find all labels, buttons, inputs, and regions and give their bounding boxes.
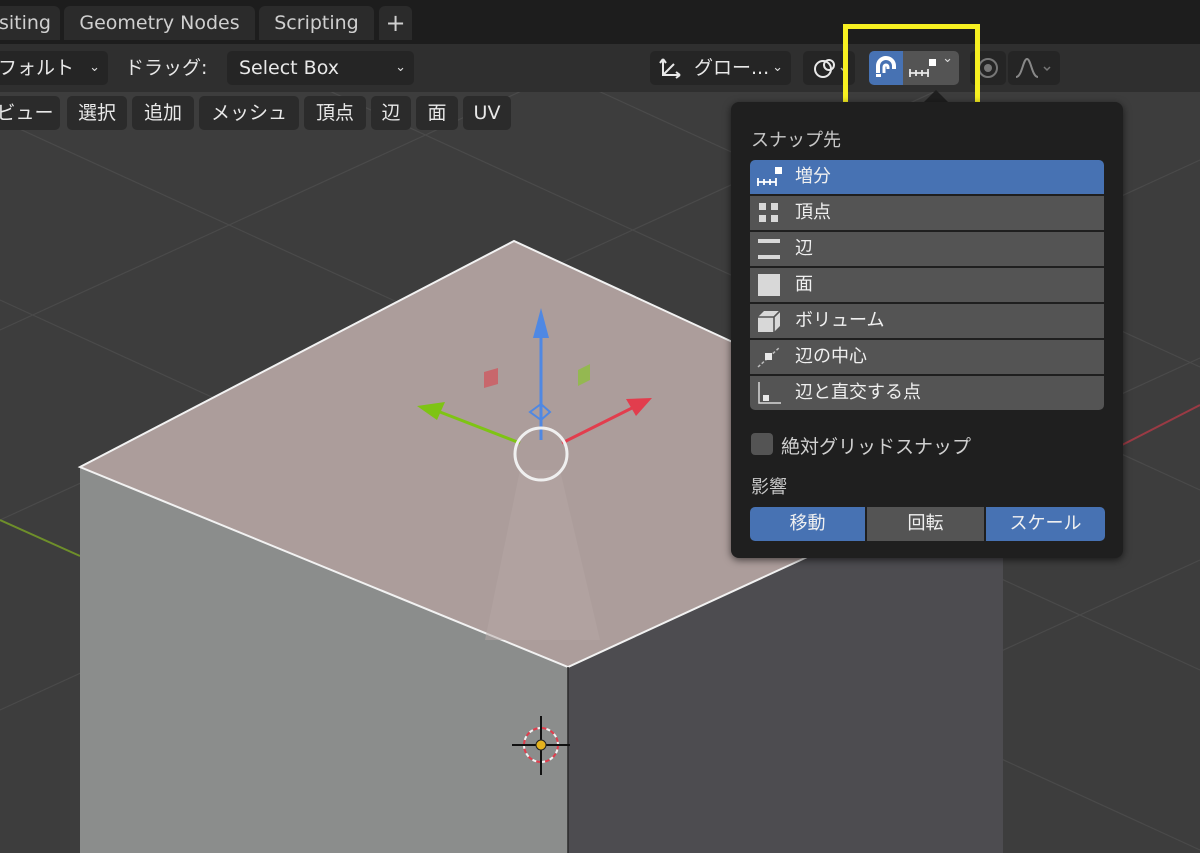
- menu-select[interactable]: 選択: [67, 96, 127, 130]
- menu-view[interactable]: ビュー: [0, 96, 60, 130]
- affect-section-label: 影響: [751, 477, 787, 498]
- edge-center-icon: [757, 346, 781, 368]
- viewport-header: フォルト ⌄ ドラッグ: Select Box ⌄ グロー... ⌄ ⌄: [0, 44, 1200, 92]
- increment-icon: [757, 167, 782, 186]
- menu-edge[interactable]: 辺: [371, 96, 411, 130]
- snap-option-face[interactable]: 面: [750, 268, 1104, 302]
- snap-to-section-label: スナップ先: [751, 130, 841, 151]
- face-icon: [758, 274, 780, 296]
- snap-option-label: ボリューム: [795, 310, 885, 331]
- menu-vertex[interactable]: 頂点: [304, 96, 366, 130]
- chevron-down-icon: ⌄: [89, 60, 100, 75]
- snap-option-edge[interactable]: 辺: [750, 232, 1104, 266]
- snap-option-increment[interactable]: 増分: [750, 160, 1104, 194]
- affect-move-toggle[interactable]: 移動: [750, 507, 865, 541]
- snap-option-edge-perpendicular[interactable]: 辺と直交する点: [750, 376, 1104, 410]
- snap-option-edge-center[interactable]: 辺の中心: [750, 340, 1104, 374]
- absolute-grid-snap-checkbox[interactable]: [751, 433, 773, 455]
- snap-highlight-box: [843, 24, 980, 109]
- mode-dropdown-label: フォルト: [0, 57, 75, 79]
- tab-geometry-nodes[interactable]: Geometry Nodes: [64, 6, 255, 40]
- absolute-grid-snap-label: 絶対グリッドスナップ: [781, 436, 972, 458]
- menu-face[interactable]: 面: [416, 96, 458, 130]
- vertex-icon: [759, 203, 778, 222]
- snap-option-label: 辺: [795, 238, 813, 259]
- snap-option-label: 増分: [795, 166, 831, 187]
- drag-label: ドラッグ:: [125, 57, 208, 79]
- edge-perpendicular-icon: [758, 382, 781, 404]
- menu-uv[interactable]: UV: [463, 96, 511, 130]
- snap-option-label: 面: [795, 274, 813, 295]
- snap-option-volume[interactable]: ボリューム: [750, 304, 1104, 338]
- falloff-dropdown[interactable]: [1008, 51, 1060, 85]
- affect-rotate-toggle[interactable]: 回転: [867, 507, 984, 541]
- affect-scale-toggle[interactable]: スケール: [986, 507, 1105, 541]
- menu-add[interactable]: 追加: [132, 96, 194, 130]
- drag-select-dropdown[interactable]: Select Box ⌄: [227, 51, 414, 85]
- edge-icon: [758, 239, 780, 259]
- orientation-value: グロー...: [694, 57, 770, 79]
- workspace-tab-bar: siting Geometry Nodes Scripting +: [0, 0, 1200, 44]
- falloff-curve-icon: [1015, 57, 1051, 78]
- chevron-down-icon: ⌄: [395, 60, 406, 75]
- snap-option-label: 辺の中心: [795, 346, 867, 367]
- popover-pointer: [924, 90, 948, 102]
- snap-option-label: 頂点: [795, 202, 831, 223]
- volume-icon: [758, 310, 781, 332]
- orientation-axes-icon: [659, 58, 681, 79]
- transform-orientation-dropdown[interactable]: グロー... ⌄: [650, 51, 791, 85]
- add-workspace-button[interactable]: +: [379, 6, 412, 40]
- tab-compositing[interactable]: siting: [0, 6, 60, 40]
- drag-select-value: Select Box: [239, 57, 339, 79]
- tab-scripting[interactable]: Scripting: [259, 6, 374, 40]
- snap-option-label: 辺と直交する点: [795, 382, 921, 403]
- mode-dropdown[interactable]: フォルト ⌄: [0, 51, 108, 85]
- chevron-down-icon: ⌄: [772, 60, 783, 75]
- snap-option-vertex[interactable]: 頂点: [750, 196, 1104, 230]
- menu-mesh[interactable]: メッシュ: [199, 96, 299, 130]
